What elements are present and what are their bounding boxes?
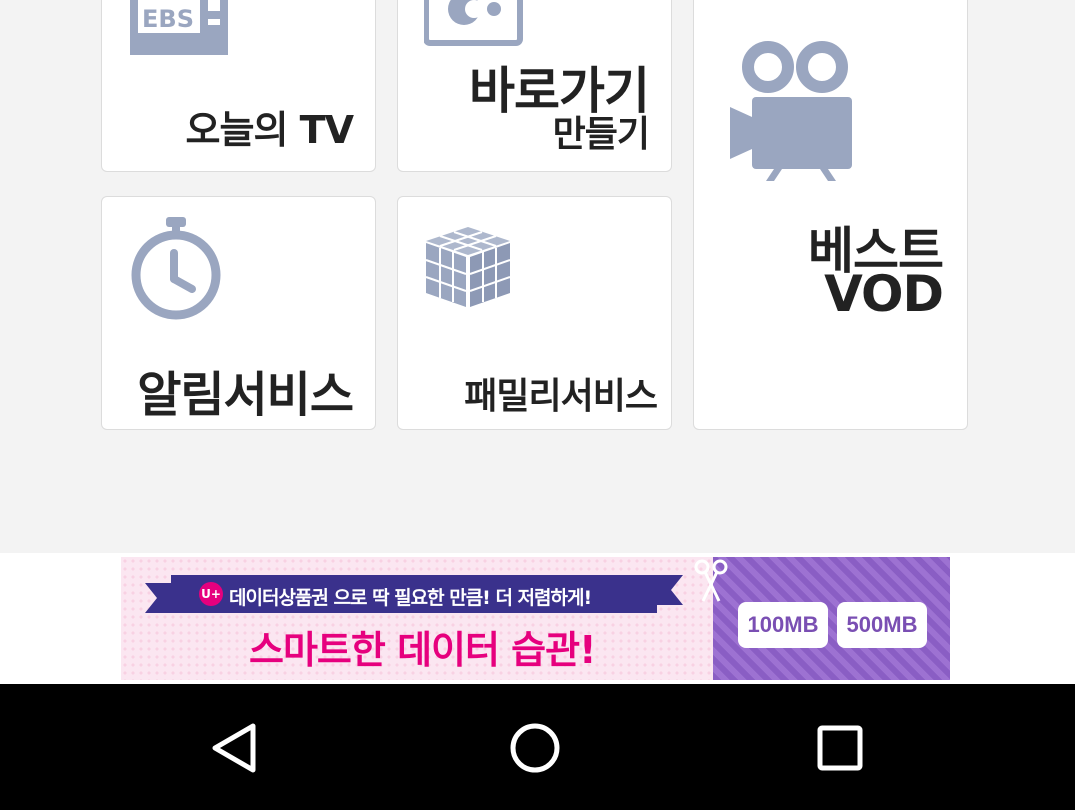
tile-make-shortcut[interactable]: 바로가기 만들기 (397, 0, 672, 172)
ad-banner-strip: U+ 데이터상품권 으로 딱 필요한 만큼! 더 저렴하게! 스마트한 데이터 … (0, 553, 1075, 684)
uplus-logo: U+ (199, 582, 223, 606)
ebs-tv-icon: EBS (128, 0, 238, 63)
tile-make-shortcut-label-line2: 만들기 (552, 114, 650, 155)
tile-family-service-label: 패밀리서비스 (464, 376, 658, 417)
menu-grid: EBS 오늘의 TV 바로가기 만들기 베스트 VOD 알림서비스 패밀리서비스 (0, 0, 1075, 553)
tile-family-service[interactable]: 패밀리서비스 (397, 196, 672, 430)
stopwatch-icon (126, 217, 226, 331)
option-500mb-button[interactable]: 500MB (837, 602, 927, 648)
home-circle-icon[interactable] (505, 720, 565, 776)
banner-ribbon: U+ 데이터상품권 으로 딱 필요한 만큼! 더 저렴하게! (145, 575, 683, 613)
tile-today-tv-label: 오늘의 TV (185, 108, 354, 152)
ad-banner[interactable]: U+ 데이터상품권 으로 딱 필요한 만큼! 더 저렴하게! 스마트한 데이터 … (121, 557, 950, 680)
movie-camera-icon (730, 41, 856, 185)
option-100mb-button[interactable]: 100MB (738, 602, 828, 648)
shortcut-app-icon (423, 0, 524, 53)
tile-today-tv[interactable]: EBS 오늘의 TV (101, 0, 376, 172)
back-triangle-icon[interactable] (205, 720, 265, 776)
android-nav-bar (0, 684, 1075, 810)
tile-best-vod-label-line2: VOD (824, 265, 944, 323)
tile-alarm-service[interactable]: 알림서비스 (101, 196, 376, 430)
banner-ribbon-text: 데이터상품권 으로 딱 필요한 만큼! 더 저렴하게! (229, 587, 592, 609)
banner-headline: 스마트한 데이터 습관! (249, 628, 596, 672)
tile-alarm-service-label: 알림서비스 (137, 367, 354, 423)
ebs-logo-text: EBS (142, 5, 194, 33)
scissors-icon (693, 559, 729, 607)
cube-icon (422, 225, 514, 313)
tile-best-vod[interactable]: 베스트 VOD (693, 0, 968, 430)
recent-apps-square-icon[interactable] (810, 720, 870, 776)
